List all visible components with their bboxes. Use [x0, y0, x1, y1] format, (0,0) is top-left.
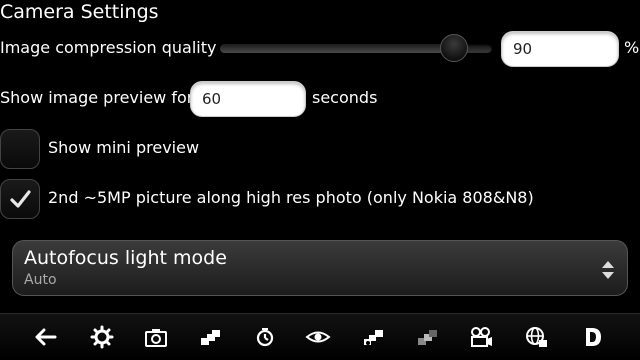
- d-icon[interactable]: [580, 324, 606, 350]
- up-down-arrows-icon: [602, 261, 614, 279]
- gear-icon[interactable]: [89, 324, 115, 350]
- compression-label: Image compression quality: [0, 38, 217, 57]
- eye-icon[interactable]: [305, 324, 331, 350]
- burst-icon[interactable]: [360, 324, 386, 350]
- autofocus-mode-value: Auto: [24, 272, 57, 288]
- compression-slider-fill: [220, 44, 454, 53]
- autofocus-mode-select[interactable]: Autofocus light mode Auto: [12, 240, 628, 296]
- mini-preview-label: Show mini preview: [48, 138, 200, 157]
- timer-icon[interactable]: [252, 324, 278, 350]
- compression-value-field[interactable]: 90: [501, 31, 619, 67]
- mini-preview-checkbox[interactable]: [0, 129, 40, 169]
- resolution-icon[interactable]: [197, 324, 223, 350]
- preview-label: Show image preview for: [0, 88, 194, 107]
- compression-unit: %: [624, 38, 640, 57]
- focus-icon[interactable]: [414, 324, 440, 350]
- camera-icon[interactable]: [143, 324, 169, 350]
- checkmark-icon: [10, 190, 31, 208]
- page-title: Camera Settings: [0, 1, 159, 23]
- autofocus-mode-title: Autofocus light mode: [24, 247, 227, 269]
- second-picture-label: 2nd ~5MP picture along high res photo (o…: [48, 188, 534, 207]
- preview-unit: seconds: [312, 88, 378, 107]
- globe-icon[interactable]: [523, 324, 549, 350]
- compression-slider-thumb[interactable]: [439, 34, 468, 62]
- bottom-toolbar: [0, 313, 640, 360]
- back-arrow-icon[interactable]: [33, 324, 59, 350]
- second-picture-checkbox[interactable]: [0, 179, 40, 219]
- video-camera-icon[interactable]: [468, 324, 494, 350]
- preview-seconds-field[interactable]: 60: [190, 81, 306, 117]
- compression-slider[interactable]: [220, 34, 492, 62]
